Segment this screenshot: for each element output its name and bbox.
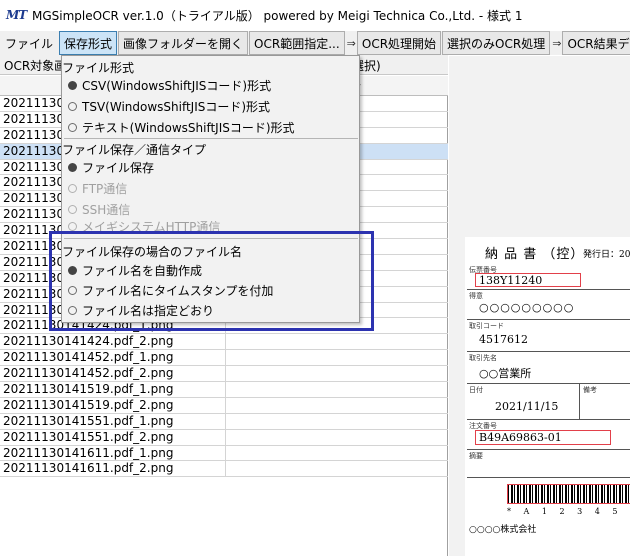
table-row[interactable]: 20211130141519.pdf_1.png [0, 382, 448, 398]
menu-item-ssh[interactable]: SSH通信 [68, 201, 130, 218]
doc-rule [467, 477, 630, 478]
column-separator [225, 397, 226, 413]
table-row[interactable]: 20211130141519.pdf_2.png [0, 397, 448, 414]
selected-ocr-button[interactable]: 選択のみOCR処理 [442, 31, 551, 55]
file-format-section-title: ファイル形式 [62, 61, 135, 75]
open-image-folder-button[interactable]: 画像フォルダーを開く [118, 31, 249, 55]
doc-rule [467, 449, 630, 450]
file-name-cell: 20211130141424.pdf_2.png [3, 334, 174, 349]
table-row[interactable]: 20211130141452.pdf_1.png [0, 350, 448, 367]
menu-item-csv[interactable]: CSV(WindowsShiftJISコード)形式 [68, 77, 271, 94]
file-name-cell: 20211130141519.pdf_2.png [3, 397, 174, 412]
doc-memo-label: 摘要 [469, 452, 483, 460]
radio-empty-icon [68, 102, 77, 111]
doc-company-footer: ○○○○株式会社 [469, 525, 537, 535]
radio-selected-icon [68, 163, 77, 172]
save-format-menu[interactable]: 保存形式 [59, 31, 118, 55]
doc-customer-value: ○○○○○○○○○ [479, 301, 575, 314]
file-name-cell: 20211130141551.pdf_1.png [3, 413, 174, 428]
menu-item-tsv[interactable]: TSV(WindowsShiftJISコード)形式 [68, 98, 270, 115]
doc-code-label: 取引コード [469, 322, 504, 330]
annotation-highlight-box [49, 231, 374, 331]
doc-rule [579, 383, 580, 419]
column-separator [225, 413, 226, 429]
doc-date-label: 日付 [469, 386, 483, 394]
menu-item-ftp[interactable]: FTP通信 [68, 180, 127, 197]
transfer-type-section-title: ファイル保存／通信タイプ [62, 143, 207, 157]
delivery-slip-image: 納 品 書 （控） 発行日：20 伝票番号 138Y11240 得意 ○○○○○… [465, 237, 630, 557]
barcode-image [507, 484, 630, 504]
column-separator [225, 366, 226, 382]
doc-rule [467, 319, 630, 320]
title-bar: MT MGSimpleOCR ver.1.0（トライアル版） powered b… [0, 0, 630, 30]
ocr-start-button[interactable]: OCR処理開始 [356, 31, 442, 55]
table-row[interactable]: 20211130141551.pdf_2.png [0, 429, 448, 446]
doc-branch-value: ○○営業所 [479, 367, 532, 380]
column-separator [225, 350, 226, 366]
ocr-target-label: OCR対象画 [4, 59, 67, 73]
menu-separator [64, 138, 358, 139]
table-row[interactable]: 20211130141452.pdf_2.png [0, 366, 448, 383]
radio-empty-icon [68, 222, 77, 231]
doc-rule [467, 383, 630, 384]
ocr-range-button[interactable]: OCR範囲指定... [249, 31, 345, 55]
table-row[interactable]: 20211130141551.pdf_1.png [0, 413, 448, 430]
file-name-cell: 20211130141611.pdf_2.png [3, 461, 174, 476]
column-separator [225, 334, 226, 350]
table-row[interactable]: 20211130141424.pdf_2.png [0, 334, 448, 351]
ocr-result-button[interactable]: OCR結果デー [562, 31, 630, 55]
doc-slip-value: 138Y11240 [479, 274, 543, 287]
doc-rule [467, 419, 630, 420]
column-separator [225, 445, 226, 461]
file-name-cell: 20211130141452.pdf_1.png [3, 350, 174, 365]
radio-selected-icon [68, 81, 77, 90]
doc-title: 納 品 書 （控） [485, 247, 585, 262]
barcode-text: * A 1 2 3 4 5 B - [507, 507, 630, 516]
doc-order-value: B49A69863-01 [479, 431, 562, 444]
app-logo-icon: MT [6, 8, 27, 22]
radio-empty-icon [68, 123, 77, 132]
file-name-cell: 20211130141519.pdf_1.png [3, 382, 174, 397]
doc-code-value: 4517612 [479, 333, 528, 346]
doc-customer-label: 得意 [469, 292, 483, 300]
file-name-cell: 20211130141611.pdf_1.png [3, 445, 174, 460]
menu-item-text[interactable]: テキスト(WindowsShiftJISコード)形式 [68, 119, 295, 136]
image-preview-pane[interactable]: 納 品 書 （控） 発行日：20 伝票番号 138Y11240 得意 ○○○○○… [449, 56, 630, 557]
column-separator [225, 382, 226, 397]
doc-rule [467, 351, 630, 352]
arrow-icon: ⇒ [346, 36, 356, 50]
file-name-cell: 20211130141452.pdf_2.png [3, 366, 174, 381]
column-separator [225, 461, 226, 477]
doc-branch-label: 取引先名 [469, 354, 497, 362]
column-separator [225, 429, 226, 445]
main-toolbar: ファイル 保存形式 画像フォルダーを開く OCR範囲指定... ⇒ OCR処理開… [0, 31, 630, 55]
table-row[interactable]: 20211130141611.pdf_2.png [0, 461, 448, 478]
menu-item-file-save[interactable]: ファイル保存 [68, 159, 154, 176]
table-row[interactable]: 20211130141611.pdf_1.png [0, 445, 448, 462]
window-title: MGSimpleOCR ver.1.0（トライアル版） powered by M… [32, 8, 523, 23]
doc-issued-date: 発行日：20 [583, 250, 630, 260]
arrow-icon: ⇒ [552, 36, 562, 50]
file-name-cell: 20211130141551.pdf_2.png [3, 429, 174, 444]
doc-date-value: 2021/11/15 [495, 400, 559, 413]
doc-note-label: 備考 [583, 386, 597, 394]
radio-empty-icon [68, 184, 77, 193]
file-menu[interactable]: ファイル [0, 31, 58, 55]
doc-rule [467, 289, 630, 290]
radio-empty-icon [68, 205, 77, 214]
